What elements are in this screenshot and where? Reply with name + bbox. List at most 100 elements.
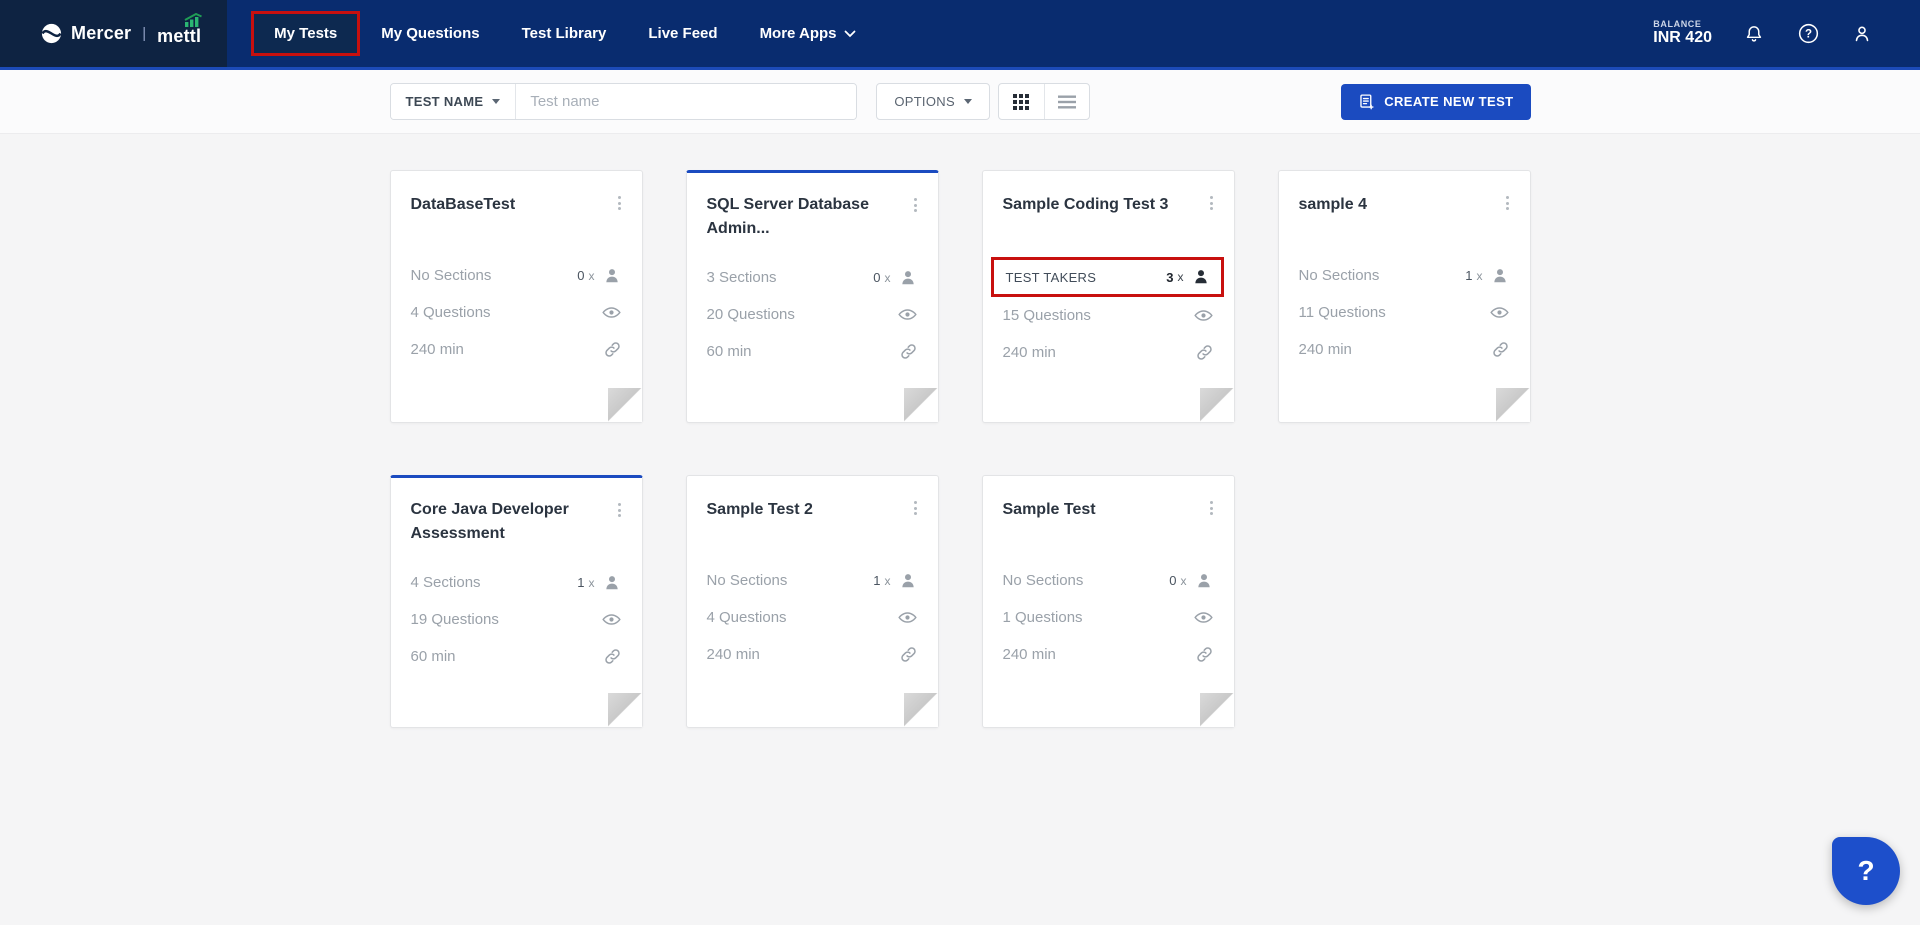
folded-corner	[1199, 693, 1234, 727]
search-field-selector[interactable]: TEST NAME	[390, 84, 517, 119]
preview-eye-icon[interactable]	[897, 304, 918, 325]
user-account-icon[interactable]	[1850, 22, 1874, 46]
share-link-icon[interactable]	[899, 645, 918, 664]
test-takers-count: 1	[1465, 268, 1473, 283]
test-taker-person-icon[interactable]	[898, 571, 918, 591]
kebab-menu-icon[interactable]	[1205, 193, 1219, 213]
mercer-logo[interactable]: Mercer	[40, 22, 131, 45]
share-link-icon[interactable]	[899, 342, 918, 361]
mettl-logo[interactable]: mettl	[157, 13, 203, 47]
questions-label: 4 Questions	[706, 609, 787, 626]
balance-block[interactable]: BALANCE INR 420	[1653, 19, 1712, 48]
mercer-wordmark: Mercer	[71, 23, 132, 43]
nav-label: More Apps	[759, 25, 837, 42]
preview-eye-icon[interactable]	[601, 609, 622, 630]
test-card[interactable]: Sample Coding Test 3 TEST TAKERS 3 x 15 …	[981, 170, 1235, 423]
test-taker-person-icon[interactable]	[1490, 266, 1510, 286]
stat-row-takers[interactable]: No Sections 1 x	[1299, 257, 1510, 294]
help-fab-button[interactable]: ?	[1832, 837, 1900, 905]
test-card-title[interactable]: DataBaseTest	[411, 193, 622, 217]
main-nav: My Tests My Questions Test Library Live …	[243, 0, 876, 67]
nav-label: My Tests	[274, 25, 338, 42]
mettl-wordmark: mettl	[157, 26, 202, 46]
test-card-stats: No Sections 0 x 1 Questions 240 min	[1003, 562, 1214, 673]
preview-eye-icon[interactable]	[1489, 302, 1510, 323]
create-new-test-button[interactable]: CREATE NEW TEST	[1341, 83, 1531, 120]
stat-row-takers[interactable]: No Sections 1 x	[707, 562, 918, 599]
times-symbol: x	[1476, 268, 1483, 283]
kebab-menu-icon[interactable]	[1501, 193, 1515, 213]
test-taker-person-icon[interactable]	[1194, 571, 1214, 591]
preview-eye-icon[interactable]	[601, 302, 622, 323]
grid-view-button[interactable]	[999, 84, 1044, 119]
kebab-menu-icon[interactable]	[613, 193, 627, 213]
test-card-stats: No Sections 0 x 4 Questions 240 min	[411, 257, 622, 368]
stat-row-duration: 240 min	[411, 331, 622, 368]
kebab-menu-icon[interactable]	[1205, 498, 1219, 518]
test-card-title[interactable]: Sample Test	[1003, 498, 1214, 522]
sections-label: TEST TAKERS	[1005, 269, 1097, 285]
nav-item-my-tests[interactable]: My Tests	[251, 11, 361, 56]
duration-label: 240 min	[1002, 646, 1056, 663]
stat-row-takers[interactable]: No Sections 0 x	[411, 257, 622, 294]
preview-eye-icon[interactable]	[897, 607, 918, 628]
share-link-icon[interactable]	[603, 647, 622, 666]
folded-corner	[1199, 388, 1234, 422]
share-link-icon[interactable]	[1195, 645, 1214, 664]
duration-label: 60 min	[706, 343, 752, 360]
share-link-icon[interactable]	[603, 340, 622, 359]
nav-label: Test Library	[521, 25, 607, 42]
notifications-bell-icon[interactable]	[1742, 22, 1766, 46]
preview-eye-icon[interactable]	[1193, 607, 1214, 628]
test-taker-person-icon[interactable]	[602, 266, 622, 286]
test-takers-count: 0	[1169, 573, 1177, 588]
top-navbar: Mercer | mettl My Tests My Questions Tes…	[0, 0, 1920, 70]
duration-label: 240 min	[1002, 344, 1056, 361]
preview-eye-icon[interactable]	[1193, 305, 1214, 326]
test-card[interactable]: Core Java Developer Assessment 4 Section…	[389, 475, 643, 728]
nav-item-more-apps[interactable]: More Apps	[739, 0, 877, 69]
options-label: OPTIONS	[894, 94, 955, 109]
test-card-stats: No Sections 1 x 4 Questions 240 min	[707, 562, 918, 673]
test-card[interactable]: Sample Test No Sections 0 x 1 Questions …	[981, 475, 1235, 728]
kebab-menu-icon[interactable]	[909, 195, 923, 215]
nav-item-test-library[interactable]: Test Library	[501, 0, 628, 69]
kebab-menu-icon[interactable]	[613, 500, 627, 520]
list-view-button[interactable]	[1043, 84, 1089, 119]
kebab-menu-icon[interactable]	[909, 498, 923, 518]
stat-row-takers[interactable]: TEST TAKERS 3 x	[990, 257, 1224, 297]
test-card-title[interactable]: Core Java Developer Assessment	[411, 498, 622, 546]
test-takers-count: 0	[577, 268, 585, 283]
test-card[interactable]: sample 4 No Sections 1 x 11 Questions 24…	[1277, 170, 1531, 423]
questions-label: 19 Questions	[410, 611, 499, 628]
nav-item-my-questions[interactable]: My Questions	[360, 0, 500, 69]
share-link-icon[interactable]	[1195, 343, 1214, 362]
test-takers-count: 1	[577, 575, 585, 590]
stat-row-questions: 4 Questions	[707, 599, 918, 636]
test-card[interactable]: DataBaseTest No Sections 0 x 4 Questions…	[389, 170, 643, 423]
stat-row-takers[interactable]: 3 Sections 0 x	[707, 259, 918, 296]
test-taker-person-icon[interactable]	[1191, 267, 1211, 287]
stat-row-takers[interactable]: 4 Sections 1 x	[411, 564, 622, 601]
cards-grid: DataBaseTest No Sections 0 x 4 Questions…	[389, 170, 1531, 728]
share-link-icon[interactable]	[1491, 340, 1510, 359]
test-card[interactable]: SQL Server Database Admin... 3 Sections …	[685, 170, 939, 423]
duration-label: 240 min	[1298, 341, 1352, 358]
test-card[interactable]: Sample Test 2 No Sections 1 x 4 Question…	[685, 475, 939, 728]
test-taker-person-icon[interactable]	[898, 268, 918, 288]
test-card-title[interactable]: sample 4	[1299, 193, 1510, 217]
times-symbol: x	[884, 573, 891, 588]
search-input[interactable]	[516, 84, 857, 119]
stat-row-questions: 20 Questions	[707, 296, 918, 333]
stat-row-questions: 1 Questions	[1003, 599, 1214, 636]
help-circle-icon[interactable]: ?	[1796, 22, 1820, 46]
svg-text:?: ?	[1804, 29, 1811, 41]
test-taker-person-icon[interactable]	[602, 573, 622, 593]
test-card-title[interactable]: Sample Test 2	[707, 498, 918, 522]
test-card-title[interactable]: Sample Coding Test 3	[1003, 193, 1214, 217]
test-card-title[interactable]: SQL Server Database Admin...	[707, 193, 918, 241]
stat-row-takers[interactable]: No Sections 0 x	[1003, 562, 1214, 599]
options-dropdown-button[interactable]: OPTIONS	[876, 83, 990, 120]
questions-label: 1 Questions	[1002, 609, 1083, 626]
nav-item-live-feed[interactable]: Live Feed	[627, 0, 738, 69]
